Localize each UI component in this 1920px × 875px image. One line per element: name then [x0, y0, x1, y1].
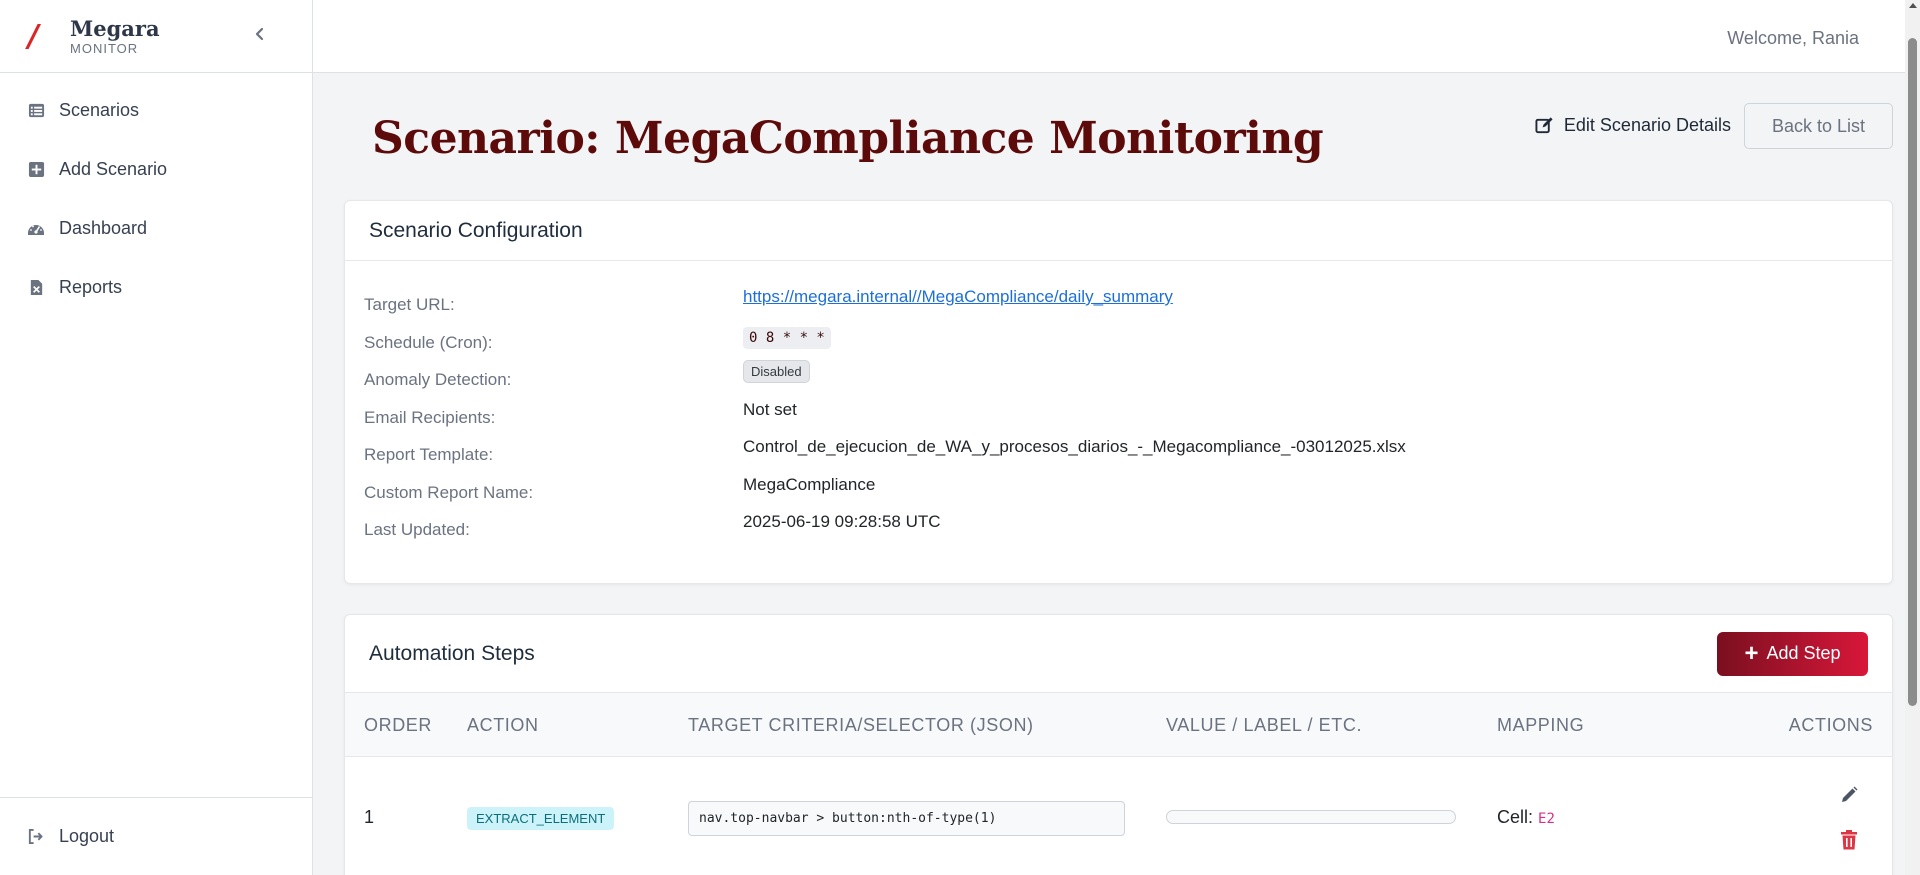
sidebar-item-label: Scenarios [59, 100, 140, 120]
config-label: Custom Report Name: [364, 482, 534, 502]
table-row: 1 EXTRACT_ELEMENT nav.top-navbar > butto… [345, 757, 1892, 875]
sidebar-item-dashboard[interactable]: Dashboard [0, 199, 312, 258]
sidebar-item-label: Dashboard [59, 218, 148, 238]
cron-value: 0 8 * * * [743, 326, 831, 349]
config-row-target-url: Target URL: https://megara.internal//Meg… [345, 283, 1892, 321]
steps-title: Automation Steps [369, 641, 535, 665]
automation-steps-card: Automation Steps + Add Step ORDER ACTION… [344, 614, 1893, 875]
main-content: Scenario: MegaCompliance Monitoring Edit… [313, 73, 1905, 875]
brand: / Megara MONITOR [0, 0, 312, 73]
config-row-template: Report Template: Control_de_ejecucion_de… [345, 433, 1892, 471]
sidebar-item-add-scenario[interactable]: Add Scenario [0, 140, 312, 199]
file-excel-icon [27, 279, 45, 297]
config-label: Anomaly Detection: [364, 370, 512, 389]
config-label: Last Updated: [364, 520, 470, 539]
brand-subtitle: MONITOR [70, 40, 139, 56]
column-header-selector: TARGET CRITERIA/SELECTOR (JSON) [688, 715, 1034, 735]
sidebar-nav: Scenarios Add Scenario Dashboard Reports [0, 73, 312, 317]
chevron-left-icon[interactable] [252, 26, 268, 42]
scenario-configuration-card: Scenario Configuration Target URL: https… [344, 200, 1893, 584]
brand-logo-icon: / [28, 18, 39, 54]
pencil-icon[interactable] [1839, 785, 1859, 805]
config-label: Report Template: [364, 445, 494, 464]
scroll-up-arrow-icon[interactable] [1909, 3, 1917, 8]
scrollbar-thumb[interactable] [1908, 38, 1917, 706]
selector-field[interactable]: nav.top-navbar > button:nth-of-type(1) [688, 801, 1125, 836]
welcome-text: Welcome, Rania [1727, 28, 1859, 48]
last-updated-value: 2025-06-19 09:28:58 UTC [743, 512, 941, 531]
report-template-value: Control_de_ejecucion_de_WA_y_procesos_di… [743, 437, 1406, 456]
sidebar: / Megara MONITOR Scenarios Add Scenario … [0, 0, 313, 875]
top-bar: Welcome, Rania [313, 0, 1905, 73]
logout-button[interactable]: Logout [0, 797, 312, 875]
sidebar-item-scenarios[interactable]: Scenarios [0, 81, 312, 140]
status-badge: Disabled [743, 360, 810, 383]
action-badge: EXTRACT_ELEMENT [467, 807, 615, 830]
page-title: Scenario: MegaCompliance Monitoring [372, 113, 1324, 164]
brand-text: Megara MONITOR [70, 18, 160, 55]
logout-label: Logout [59, 826, 115, 846]
config-row-anomaly: Anomaly Detection: Disabled [345, 358, 1892, 396]
column-header-order: ORDER [364, 715, 433, 735]
edit-icon [1535, 116, 1554, 135]
mapping-prefix: Cell: [1497, 807, 1534, 827]
column-header-value: VALUE / LABEL / ETC. [1166, 715, 1363, 735]
custom-report-name-value: MegaCompliance [743, 474, 876, 494]
config-row-custom-name: Custom Report Name: MegaCompliance [345, 471, 1892, 509]
config-row-email: Email Recipients: Not set [345, 396, 1892, 434]
back-to-list-button[interactable]: Back to List [1744, 103, 1893, 149]
card-header: Scenario Configuration [345, 201, 1892, 261]
plus-square-icon [27, 161, 45, 179]
add-step-label: Add Step [1766, 643, 1841, 663]
edit-scenario-label: Edit Scenario Details [1563, 115, 1731, 135]
value-field[interactable] [1166, 810, 1456, 824]
page-scrollbar[interactable] [1905, 0, 1920, 875]
column-header-mapping: MAPPING [1497, 715, 1585, 735]
schedule-value-wrap: 0 8 * * * [743, 326, 831, 349]
anomaly-value-wrap: Disabled [743, 360, 810, 383]
target-url-link[interactable]: https://megara.internal//MegaCompliance/… [743, 287, 1173, 307]
config-label: Email Recipients: [364, 407, 496, 427]
edit-scenario-button[interactable]: Edit Scenario Details [1535, 115, 1731, 136]
list-icon [27, 102, 45, 120]
config-row-last-updated: Last Updated: 2025-06-19 09:28:58 UTC [345, 508, 1892, 546]
sidebar-item-reports[interactable]: Reports [0, 258, 312, 317]
column-header-actions: ACTIONS [1788, 715, 1873, 735]
config-row-schedule: Schedule (Cron): 0 8 * * * [345, 321, 1892, 359]
add-step-button[interactable]: + Add Step [1717, 631, 1868, 676]
plus-icon: + [1744, 639, 1759, 667]
mapping-value: Cell: E2 [1497, 807, 1555, 828]
config-label: Schedule (Cron): [364, 332, 493, 352]
sidebar-item-label: Add Scenario [59, 159, 168, 179]
trash-icon[interactable] [1839, 829, 1859, 851]
config-label: Target URL: [364, 295, 455, 314]
sidebar-item-label: Reports [59, 277, 123, 297]
logout-icon [27, 828, 45, 846]
step-order: 1 [364, 807, 375, 827]
steps-table-header: ORDER ACTION TARGET CRITERIA/SELECTOR (J… [345, 693, 1892, 757]
steps-header: Automation Steps + Add Step [345, 615, 1892, 693]
email-recipients-value: Not set [743, 399, 797, 419]
column-header-action: ACTION [467, 715, 539, 735]
mapping-cell: E2 [1538, 811, 1555, 827]
brand-name: Megara [70, 15, 160, 41]
gauge-icon [27, 220, 45, 238]
config-list: Target URL: https://megara.internal//Meg… [345, 261, 1892, 546]
